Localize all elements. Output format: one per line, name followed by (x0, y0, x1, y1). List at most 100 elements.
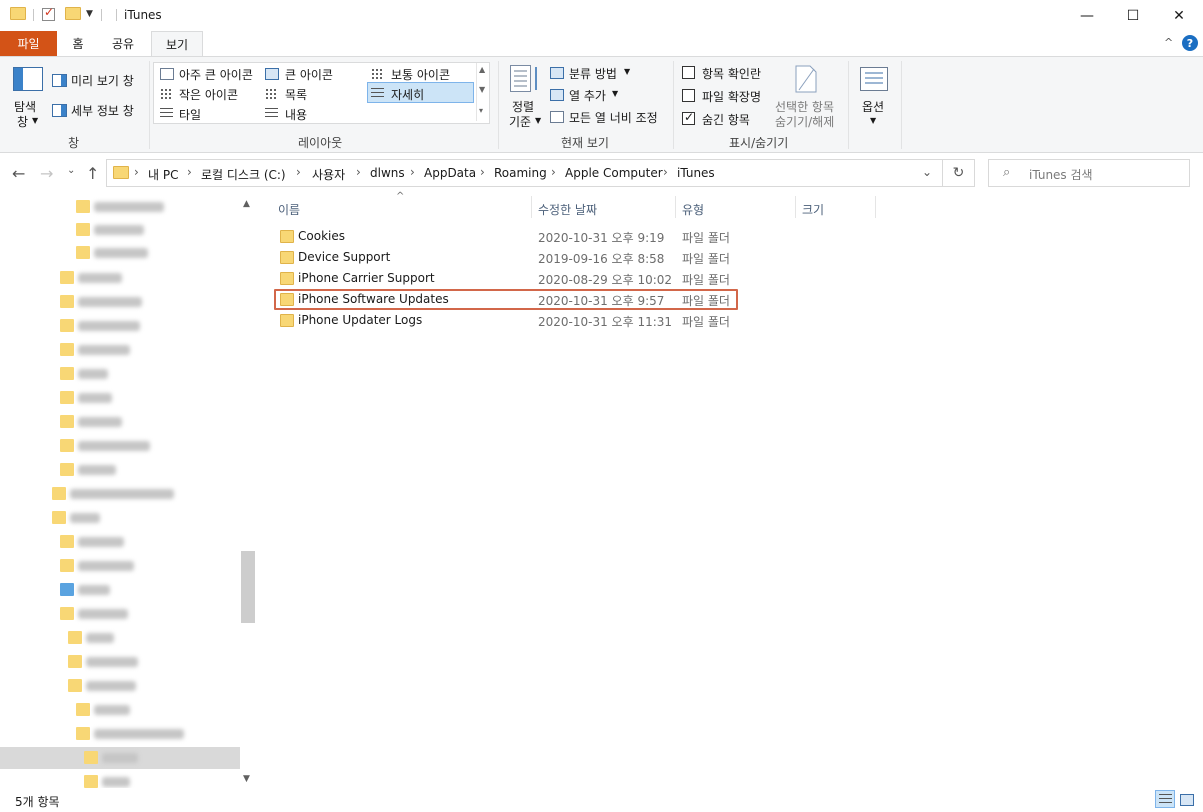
tree-item[interactable] (60, 339, 230, 361)
tree-item[interactable] (60, 579, 230, 601)
tree-item[interactable] (76, 699, 226, 721)
tree-item[interactable] (68, 627, 228, 649)
tab-view[interactable]: 보기 (151, 31, 203, 57)
column-header-date[interactable]: 수정한 날짜 (532, 194, 676, 220)
properties-icon[interactable] (42, 5, 55, 21)
chevron-up-icon[interactable]: ▲ (243, 199, 250, 209)
breadcrumb-user[interactable]: dlwns (370, 166, 405, 180)
tree-item[interactable] (60, 603, 230, 625)
scrollbar-thumb[interactable] (241, 551, 255, 623)
address-bar[interactable]: › 내 PC › 로컬 디스크 (C:) › 사용자 › dlwns › App… (106, 159, 943, 187)
chevron-right-icon[interactable]: › (356, 165, 361, 179)
layout-extra-large-icons[interactable]: 아주 큰 아이콘 (179, 66, 253, 83)
tab-home[interactable]: 홈 (60, 31, 96, 56)
chevron-down-icon[interactable]: ▼ (479, 85, 485, 94)
size-all-columns-button[interactable]: 모든 열 너비 조정 (569, 109, 658, 126)
tree-item[interactable] (60, 555, 230, 577)
preview-pane-button[interactable]: 미리 보기 창 (71, 72, 134, 89)
tree-item[interactable] (68, 651, 228, 673)
refresh-button[interactable]: ↻ (943, 159, 975, 187)
layout-list[interactable]: 목록 (285, 86, 307, 103)
chevron-right-icon[interactable]: › (296, 165, 301, 179)
group-by-button[interactable]: 분류 방법 (569, 65, 617, 82)
breadcrumb-users[interactable]: 사용자 (312, 166, 345, 183)
chevron-right-icon[interactable]: › (410, 165, 415, 179)
tree-item[interactable] (84, 771, 224, 788)
breadcrumb-apple-computer[interactable]: Apple Computer (565, 166, 663, 180)
layout-large-icons[interactable]: 큰 아이콘 (285, 66, 333, 83)
new-folder-icon[interactable] (65, 7, 81, 20)
layout-tiles[interactable]: 타일 (179, 106, 201, 123)
file-extensions-checkbox[interactable] (682, 89, 695, 102)
breadcrumb-appdata[interactable]: AppData (424, 166, 476, 180)
chevron-up-icon[interactable]: ^ (1164, 36, 1173, 49)
table-row[interactable]: Device Support 2019-09-16 오후 8:58 파일 폴더 (274, 247, 738, 268)
chevron-right-icon[interactable]: › (134, 165, 139, 179)
chevron-right-icon[interactable]: › (187, 165, 192, 179)
separator[interactable] (875, 196, 876, 218)
item-checkboxes-checkbox[interactable] (682, 66, 695, 79)
tree-item-label (78, 417, 122, 427)
tree-item-label (78, 441, 150, 451)
large-icons-view-button[interactable] (1177, 790, 1197, 808)
breadcrumb-roaming[interactable]: Roaming (494, 166, 547, 180)
more-icon[interactable]: ▾ (479, 106, 483, 115)
tree-item[interactable] (60, 291, 230, 313)
breadcrumb-itunes[interactable]: iTunes (677, 166, 715, 180)
tree-item[interactable] (60, 459, 230, 481)
options-button[interactable]: 옵션 (862, 98, 884, 115)
tree-item[interactable] (60, 435, 230, 457)
details-view-button[interactable] (1155, 790, 1175, 808)
back-button[interactable]: ← (12, 164, 25, 183)
add-columns-button[interactable]: 열 추가 (569, 87, 606, 104)
tree-item[interactable] (60, 387, 230, 409)
tree-item[interactable] (68, 675, 228, 697)
breadcrumb-this-pc[interactable]: 내 PC (148, 166, 178, 183)
search-input[interactable]: iTunes 검색 (1029, 166, 1093, 183)
up-button[interactable]: ↑ (86, 164, 99, 183)
help-icon[interactable]: ? (1182, 35, 1198, 51)
layout-content[interactable]: 내용 (285, 106, 307, 123)
layout-medium-icons[interactable]: 보통 아이콘 (391, 66, 450, 83)
chevron-up-icon[interactable]: ▲ (479, 65, 485, 74)
tree-item[interactable] (60, 531, 230, 553)
chevron-right-icon[interactable]: › (663, 165, 668, 179)
navigation-scrollbar[interactable]: ▲ ▼ (240, 194, 256, 788)
minimize-button[interactable]: — (1064, 0, 1110, 31)
tree-item[interactable] (60, 363, 230, 385)
search-box[interactable]: ⌕ iTunes 검색 (988, 159, 1190, 187)
tab-file[interactable]: 파일 (0, 31, 57, 56)
tree-item[interactable] (76, 196, 236, 218)
maximize-button[interactable]: ☐ (1110, 0, 1156, 31)
column-header-type[interactable]: 유형 (676, 194, 796, 220)
breadcrumb-local-disk[interactable]: 로컬 디스크 (C:) (201, 166, 286, 183)
column-header-size[interactable]: 크기 (796, 194, 876, 220)
forward-button[interactable]: → (40, 164, 53, 183)
hidden-items-checkbox[interactable] (682, 110, 695, 125)
tree-item[interactable] (60, 267, 230, 289)
chevron-right-icon[interactable]: › (551, 165, 556, 179)
tree-item[interactable] (76, 242, 236, 264)
details-pane-button[interactable]: 세부 정보 창 (71, 102, 134, 119)
chevron-down-icon[interactable]: ⌄ (922, 165, 932, 179)
table-row[interactable]: iPhone Updater Logs 2020-10-31 오후 11:31 … (274, 310, 738, 331)
table-row[interactable]: iPhone Carrier Support 2020-08-29 오후 10:… (274, 268, 738, 289)
table-row-highlighted[interactable]: iPhone Software Updates 2020-10-31 오후 9:… (274, 289, 738, 310)
chevron-right-icon[interactable]: › (480, 165, 485, 179)
customize-quick-access-icon[interactable]: ▼ (86, 9, 93, 19)
tree-item[interactable] (60, 411, 230, 433)
recent-locations-button[interactable]: ⌄ (67, 165, 75, 176)
tree-item[interactable] (76, 723, 226, 745)
table-row[interactable]: Cookies 2020-10-31 오후 9:19 파일 폴더 (274, 226, 738, 247)
tree-item[interactable] (76, 219, 236, 241)
close-button[interactable]: ✕ (1156, 0, 1202, 31)
layout-gallery-scroll[interactable]: ▲ ▼ ▾ (476, 63, 489, 121)
column-header-name[interactable]: 이름 (274, 194, 532, 220)
tab-share[interactable]: 공유 (103, 31, 143, 56)
layout-small-icons[interactable]: 작은 아이콘 (179, 86, 238, 103)
tree-item[interactable] (52, 507, 232, 529)
chevron-down-icon[interactable]: ▼ (243, 774, 250, 784)
tree-item[interactable] (52, 483, 232, 505)
tree-item[interactable] (60, 315, 230, 337)
tree-item[interactable] (84, 747, 224, 769)
